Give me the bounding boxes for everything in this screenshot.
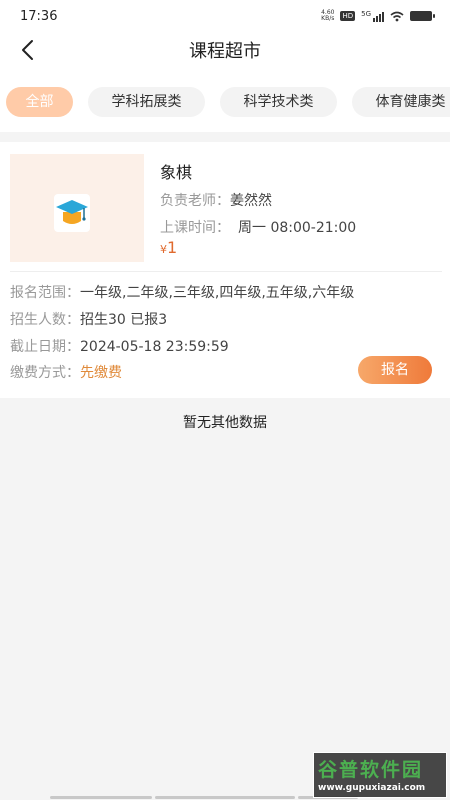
network-speed: 4.60 KB/s — [321, 10, 334, 22]
status-time: 17:36 — [20, 9, 58, 24]
hd-icon: HD — [340, 11, 356, 21]
signup-button[interactable]: 报名 — [358, 356, 432, 384]
tab-sports-health[interactable]: 体育健康类 — [352, 87, 450, 117]
class-time-row: 上课时间： 周一 08:00-21:00 — [160, 217, 356, 237]
currency-symbol: ¥ — [160, 243, 167, 256]
course-price: ¥1 — [160, 238, 177, 257]
watermark-url: www.gupuxiazai.com — [318, 783, 426, 793]
app-header: 课程超市 — [0, 34, 450, 66]
enroll-count-row: 招生人数：招生30 已报3 — [10, 309, 167, 329]
teacher-row: 负责老师：姜然然 — [160, 190, 272, 210]
status-icons: 4.60 KB/s HD 5G — [321, 10, 435, 22]
tab-all[interactable]: 全部 — [6, 87, 73, 117]
watermark-logo: 谷普软件园 www.gupuxiazai.com — [313, 752, 447, 798]
teacher-value: 姜然然 — [230, 193, 272, 209]
empty-list-message: 暂无其他数据 — [183, 415, 267, 431]
wifi-icon — [390, 11, 404, 21]
battery-icon — [410, 11, 435, 21]
enroll-range-label: 报名范围： — [10, 285, 80, 301]
card-divider — [10, 271, 442, 272]
signal-icon: 5G — [361, 10, 384, 22]
payment-row: 缴费方式：先缴费 — [10, 362, 122, 382]
course-name: 象棋 — [160, 163, 193, 182]
tab-science-technology[interactable]: 科学技术类 — [220, 87, 337, 117]
deadline-label: 截止日期： — [10, 339, 80, 355]
enroll-count-value: 招生30 已报3 — [80, 312, 168, 328]
page-title: 课程超市 — [189, 41, 261, 62]
watermark-name: 谷普软件园 — [318, 759, 424, 781]
tab-subject-extension[interactable]: 学科拓展类 — [88, 87, 205, 117]
category-tabs: 全部 学科拓展类 科学技术类 体育健康类 — [0, 66, 450, 132]
deadline-row: 截止日期：2024-05-18 23:59:59 — [10, 336, 229, 356]
enroll-count-label: 招生人数： — [10, 312, 80, 328]
enroll-range-row: 报名范围：一年级,二年级,三年级,四年级,五年级,六年级 — [10, 282, 354, 302]
price-value: 1 — [167, 238, 178, 257]
teacher-label: 负责老师： — [160, 193, 230, 209]
enroll-range-value: 一年级,二年级,三年级,四年级,五年级,六年级 — [80, 285, 355, 301]
network-type: 5G — [361, 10, 371, 18]
payment-label: 缴费方式： — [10, 365, 80, 381]
deadline-value: 2024-05-18 23:59:59 — [80, 339, 229, 355]
course-card[interactable]: 象棋 负责老师：姜然然 上课时间： 周一 08:00-21:00 ¥1 报名范围：… — [0, 142, 450, 398]
class-time-value: 周一 08:00-21:00 — [238, 220, 357, 236]
payment-value: 先缴费 — [80, 365, 122, 381]
graduation-cap-icon — [54, 194, 90, 232]
network-speed-unit: KB/s — [321, 15, 335, 22]
status-bar: 17:36 4.60 KB/s HD 5G — [0, 0, 450, 34]
class-time-label: 上课时间： — [160, 220, 230, 236]
course-thumbnail — [10, 154, 144, 262]
